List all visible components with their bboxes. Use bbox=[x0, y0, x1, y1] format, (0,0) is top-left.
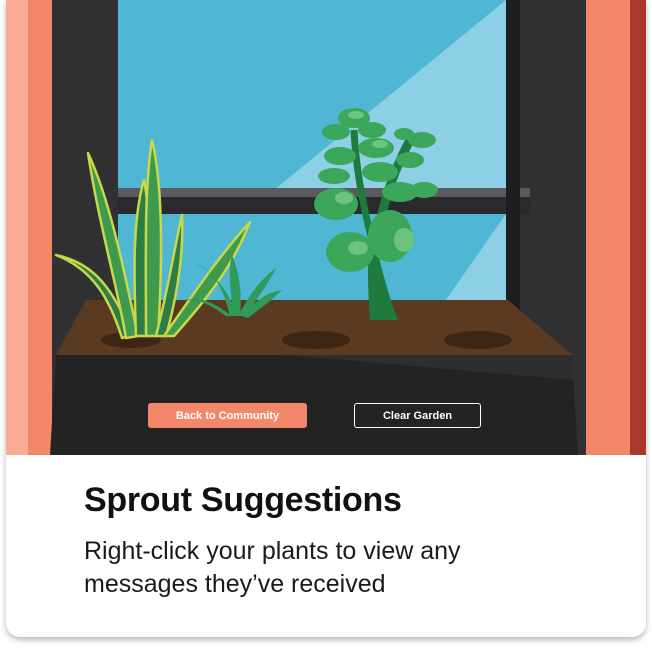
clear-garden-button[interactable]: Clear Garden bbox=[354, 403, 481, 428]
right-wall-dark bbox=[630, 0, 646, 455]
right-wall bbox=[586, 0, 630, 455]
left-wall bbox=[28, 0, 52, 455]
back-to-community-button[interactable]: Back to Community bbox=[148, 403, 307, 428]
page-title: Sprout Suggestions bbox=[84, 481, 402, 519]
page-subtitle: Right-click your plants to view any mess… bbox=[84, 537, 461, 598]
info-footer: Sprout Suggestions Right-click your plan… bbox=[6, 455, 646, 637]
left-wall-light bbox=[6, 0, 28, 455]
garden-scene: Back to Community Clear Garden bbox=[6, 0, 646, 455]
garden-card: Back to Community Clear Garden Sprout Su… bbox=[6, 0, 646, 637]
garden-illustration bbox=[6, 0, 646, 455]
